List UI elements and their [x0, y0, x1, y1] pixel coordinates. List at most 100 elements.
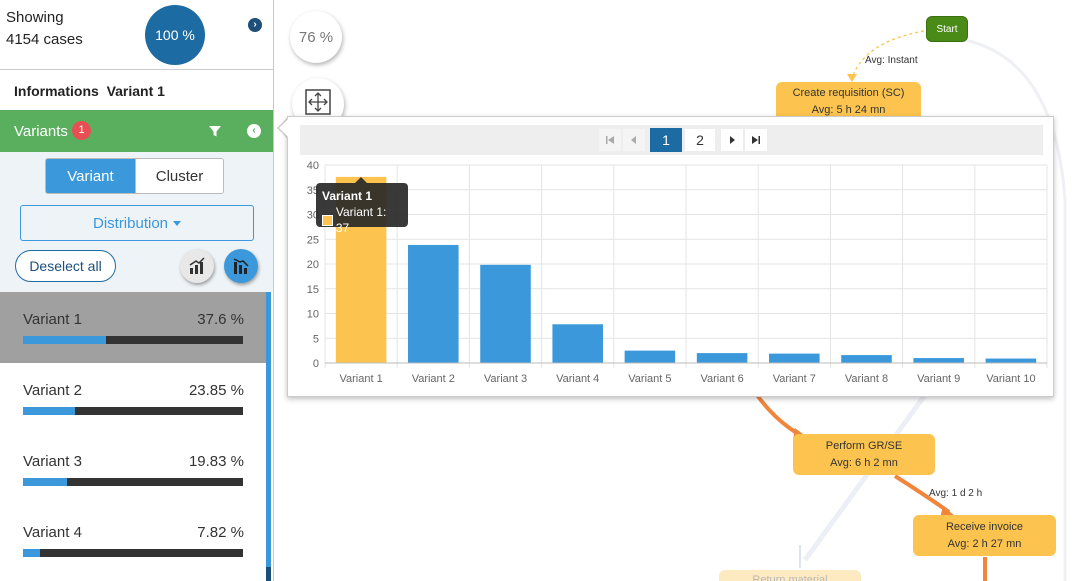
last-page-button[interactable]: [744, 128, 768, 152]
x-tick-label: Variant 4: [556, 373, 599, 385]
variant-percent: 23.85 %: [188, 382, 244, 399]
variant-progress-track: [23, 549, 243, 557]
chart-descending-icon: [233, 258, 249, 274]
activity-avg: Avg: 2 h 27 mn: [947, 537, 1022, 550]
activity-avg: Avg: 6 h 2 mn: [830, 456, 898, 469]
variant-distribution-popover: 1 2 0 5 10 15 20 25 30 35 40 Variant 1 Variant 2 Va…: [287, 116, 1054, 397]
edge-background-2: [802, 393, 928, 562]
distribution-dropdown[interactable]: Distribution: [20, 205, 254, 241]
tooltip-title: Variant 1: [322, 189, 373, 203]
last-page-icon: [752, 136, 760, 144]
expand-panel-icon[interactable]: ›: [248, 18, 262, 32]
variant-progress-track: [23, 336, 243, 344]
tooltip-body: Variant 1: 37: [322, 204, 402, 236]
chart-tooltip: Variant 1 Variant 1: 37: [316, 177, 408, 235]
showing-label: Showing: [6, 9, 64, 26]
tooltip-value: Variant 1: 37: [335, 205, 387, 235]
case-summary: Showing 4154 cases: [6, 7, 83, 51]
caret-down-icon: [173, 221, 182, 226]
toggle-cluster-button[interactable]: Cluster: [135, 159, 223, 193]
variant-percent: 19.83 %: [188, 453, 244, 470]
bar-variant-2[interactable]: [408, 244, 459, 363]
variant-name: Variant 3: [23, 453, 82, 470]
page-2-button[interactable]: 2: [684, 128, 716, 152]
variants-title: Variants: [14, 123, 68, 140]
activity-node-receive-invoice[interactable]: Receive invoice Avg: 2 h 27 mn: [913, 515, 1056, 556]
x-tick-label: Variant 10: [986, 373, 1035, 385]
activity-title: Create requisition (SC): [792, 87, 905, 99]
bar-variant-6[interactable]: [696, 353, 748, 363]
activity-node-return-material[interactable]: Return material: [719, 570, 861, 581]
bar-variant-3[interactable]: [480, 264, 531, 363]
variant-progress-fill: [23, 336, 106, 344]
y-tick-label: 5: [313, 333, 319, 345]
list-scrollbar-thumb[interactable]: [266, 292, 271, 567]
filter-icon[interactable]: [208, 124, 222, 138]
cases-count: 4154 cases: [6, 31, 83, 48]
first-page-icon: [606, 136, 614, 144]
y-tick-label: 0: [313, 358, 319, 370]
edge-duration-label: Avg: 1 d 2 h: [929, 488, 983, 499]
collapse-panel-icon[interactable]: ‹: [247, 124, 261, 138]
zoom-level-button[interactable]: 76 %: [290, 11, 342, 63]
view-toggle: Variant Cluster: [45, 158, 224, 194]
divider: [0, 69, 273, 70]
sort-descending-button[interactable]: [224, 249, 258, 283]
variant-progress-fill: [23, 478, 67, 486]
tooltip-caret: [355, 177, 367, 183]
y-tick-label: 15: [307, 284, 319, 296]
case-percent-badge: 100 %: [145, 5, 205, 65]
chart-ascending-icon: [189, 257, 205, 274]
variant-progress-fill: [23, 407, 76, 415]
activity-node-perform-gr[interactable]: Perform GR/SE Avg: 6 h 2 mn: [793, 434, 935, 475]
bar-variant-10[interactable]: [985, 358, 1037, 363]
activity-title: Receive invoice: [945, 520, 1024, 533]
bar-variant-4[interactable]: [552, 324, 603, 363]
x-tick-label: Variant 5: [628, 373, 671, 385]
variant-list-item[interactable]: Variant 2 23.85 %: [0, 363, 266, 434]
activity-title: Perform GR/SE: [825, 439, 903, 452]
variant-list[interactable]: Variant 1 37.6 % Variant 2 23.85 % Varia…: [0, 292, 266, 581]
x-tick-label: Variant 6: [700, 373, 743, 385]
variant-percent: 37.6 %: [197, 311, 244, 328]
activity-title: Return material: [752, 574, 828, 581]
chart-pagination: 1 2: [300, 125, 1043, 155]
first-page-button[interactable]: [598, 128, 622, 152]
variant-progress-track: [23, 407, 243, 415]
variants-count-badge: 1: [72, 121, 91, 140]
informations-header[interactable]: Informations Variant 1: [14, 83, 165, 99]
variant-controls: Variant Cluster Distribution Deselect al…: [0, 152, 273, 292]
fit-screen-icon: [305, 89, 331, 115]
next-page-button[interactable]: [720, 128, 744, 152]
bar-variant-5[interactable]: [624, 350, 676, 363]
x-tick-label: Variant 7: [773, 373, 816, 385]
bar-variant-9[interactable]: [913, 358, 964, 363]
tooltip-color-swatch: [322, 214, 333, 226]
start-label: Start: [936, 23, 958, 35]
bar-variant-8[interactable]: [841, 355, 892, 363]
popover-pointer-inner: [279, 119, 288, 137]
variant-list-item[interactable]: Variant 1 37.6 %: [0, 292, 266, 363]
y-tick-label: 40: [307, 160, 319, 172]
edge-to-gr: [755, 393, 802, 437]
variant-list-item[interactable]: Variant 3 19.83 %: [0, 434, 266, 505]
variant-progress-track: [23, 478, 243, 486]
toggle-variant-button[interactable]: Variant: [46, 159, 135, 193]
y-tick-label: 10: [307, 309, 319, 321]
page-1-button[interactable]: 1: [650, 128, 682, 152]
edge-arrowhead: [847, 74, 857, 82]
edge-start-create: [851, 29, 931, 79]
x-tick-label: Variant 3: [484, 373, 527, 385]
deselect-all-button[interactable]: Deselect all: [15, 250, 116, 282]
variant-list-item[interactable]: Variant 4 7.82 %: [0, 505, 266, 576]
bar-variant-7[interactable]: [769, 353, 820, 363]
x-tick-label: Variant 8: [845, 373, 888, 385]
prev-page-icon: [631, 136, 636, 144]
start-node[interactable]: Start: [926, 16, 968, 42]
variant-progress-fill: [23, 549, 41, 557]
variant-name: Variant 1: [23, 311, 82, 328]
sort-ascending-button[interactable]: [180, 249, 214, 283]
variants-header[interactable]: Variants 1 ‹: [0, 110, 273, 152]
x-tick-label: Variant 1: [339, 373, 382, 385]
prev-page-button[interactable]: [622, 128, 646, 152]
